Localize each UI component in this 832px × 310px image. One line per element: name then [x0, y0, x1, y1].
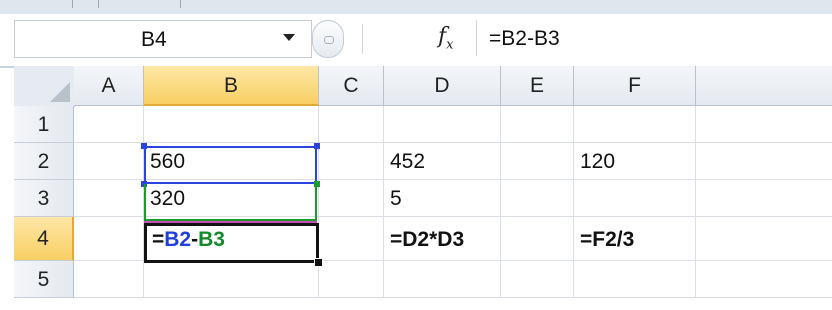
cell-c3[interactable]: [319, 180, 384, 217]
row-header-2[interactable]: 2: [14, 143, 74, 180]
cell-c5[interactable]: [319, 261, 384, 298]
ribbon-edge: [0, 0, 832, 15]
column-header-b[interactable]: B: [144, 66, 319, 106]
formula-separator: [362, 24, 363, 54]
formula-bar: B4 fx =B2-B3: [0, 14, 832, 68]
ribbon-divider: [72, 0, 73, 8]
cell-e1[interactable]: [501, 106, 574, 143]
cell-g3[interactable]: [696, 180, 832, 217]
cell-a2[interactable]: [74, 143, 144, 180]
cell-b5[interactable]: [144, 261, 319, 298]
formula-input[interactable]: =B2-B3: [476, 20, 832, 56]
column-header-a[interactable]: A: [74, 66, 144, 106]
cell-e2[interactable]: [501, 143, 574, 180]
name-box[interactable]: B4: [14, 20, 312, 58]
column-header-d[interactable]: D: [384, 66, 501, 106]
ribbon-divider: [98, 0, 99, 8]
cell-e5[interactable]: [501, 261, 574, 298]
select-all-corner[interactable]: [14, 66, 75, 107]
cell-g1[interactable]: [696, 106, 832, 143]
cell-f4[interactable]: =F2/3: [574, 217, 696, 261]
cell-d3[interactable]: 5: [384, 180, 501, 217]
ribbon-divider: [180, 0, 181, 8]
cell-d2[interactable]: 452: [384, 143, 501, 180]
cell-c2[interactable]: [319, 143, 384, 180]
cell-f2[interactable]: 120: [574, 143, 696, 180]
cell-e3[interactable]: [501, 180, 574, 217]
formula-text: =B2-B3: [489, 27, 560, 50]
row-header-1[interactable]: 1: [14, 106, 74, 143]
cell-g2[interactable]: [696, 143, 832, 180]
column-header-c[interactable]: C: [319, 66, 384, 106]
cell-g5[interactable]: [696, 261, 832, 298]
cell-a3[interactable]: [74, 180, 144, 217]
cell-f1[interactable]: [574, 106, 696, 143]
cell-f3[interactable]: [574, 180, 696, 217]
reference-handle[interactable]: [141, 143, 147, 149]
cell-a4[interactable]: [74, 217, 144, 261]
cell-b1[interactable]: [144, 106, 319, 143]
column-header-e[interactable]: E: [501, 66, 574, 106]
cell-a5[interactable]: [74, 261, 144, 298]
name-box-value: B4: [141, 28, 167, 51]
formula-bar-expand-button[interactable]: [312, 20, 344, 58]
cell-d1[interactable]: [384, 106, 501, 143]
cell-c1[interactable]: [319, 106, 384, 143]
column-header-g[interactable]: [696, 66, 832, 106]
cell-d4[interactable]: =D2*D3: [384, 217, 501, 261]
column-header-f[interactable]: F: [574, 66, 696, 106]
insert-function-icon[interactable]: fx: [438, 24, 454, 52]
cell-g4[interactable]: [696, 217, 832, 261]
cell-e4[interactable]: [501, 217, 574, 261]
row-header-4[interactable]: 4: [14, 217, 74, 261]
active-cell-border: [144, 223, 319, 263]
row-header-3[interactable]: 3: [14, 180, 74, 217]
cell-f5[interactable]: [574, 261, 696, 298]
fill-handle[interactable]: [314, 258, 323, 267]
cell-a1[interactable]: [74, 106, 144, 143]
name-box-dropdown-icon[interactable]: [283, 34, 295, 41]
row-header-5[interactable]: 5: [14, 261, 74, 298]
reference-handle[interactable]: [314, 143, 320, 149]
reference-highlight-b3: [144, 184, 317, 221]
reference-highlight-b2: [144, 146, 317, 184]
cell-d5[interactable]: [384, 261, 501, 298]
cell-c4[interactable]: [319, 217, 384, 261]
